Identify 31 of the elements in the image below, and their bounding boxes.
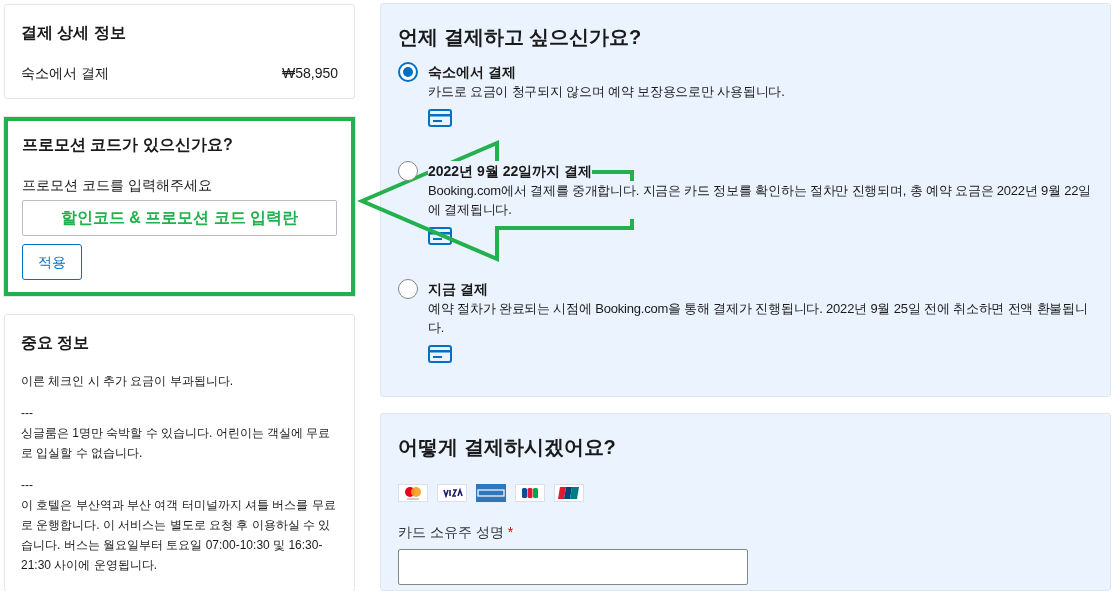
credit-card-icon [428, 227, 452, 245]
section-title: 언제 결제하고 싶으신가요? [398, 25, 643, 50]
section-title: 결제 상세 정보 [21, 23, 127, 43]
info-paragraph: 이 호텔은 부산역과 부산 여객 터미널까지 셔틀 버스를 무료로 운행합니다. 이 서비스는 별도로 요청 후 이용하실 수 있습니다. 버스는 월요일부터 토요일 07:00-10:30 및 16:30-21:30 사이에 운영됩니다. [21, 497, 337, 574]
info-paragraph: 싱글룸은 1명만 숙박할 수 있습니다. 어린이는 객실에 무료로 입실할 수 없습니다. [21, 425, 332, 462]
radio-button[interactable] [398, 161, 418, 181]
cardholder-name-field[interactable] [398, 549, 748, 585]
field-label: 프로모션 코드를 입력해주세요 [22, 176, 213, 195]
card-logo-icon [476, 484, 506, 502]
option-title: 2022년 9월 22일까지 결제 [428, 161, 593, 181]
credit-card-icon [428, 109, 452, 127]
credit-card-icon [428, 345, 452, 363]
card-logo-icon [515, 484, 545, 502]
field-label: 카드 소유주 성명 [398, 523, 504, 542]
section-title: 프로모션 코드가 있으신가요? [22, 135, 234, 155]
separator-text: --- [21, 477, 34, 494]
section-title: 중요 정보 [21, 333, 91, 353]
overlapping-circles-icon [398, 484, 428, 502]
apply-button[interactable]: 적용 [22, 244, 82, 280]
radio-button[interactable] [398, 62, 418, 82]
radio-button[interactable] [398, 279, 418, 299]
required-mark: * [507, 523, 514, 542]
price-text: ₩58,950 [281, 64, 338, 83]
promo-code-field[interactable]: 할인코드 & 프로모션 코드 입력란 [22, 200, 337, 236]
option-description: Booking.com에서 결제를 중개합니다. 지금은 카드 정보를 확인하는 절차만 진행되며, 총 예약 요금은 2022년 9월 22일에 결제됩니다. [428, 181, 1093, 219]
card-logo-icon [437, 484, 467, 502]
separator-text: --- [21, 405, 34, 422]
section-title: 어떻게 결제하시겠어요? [398, 435, 617, 460]
info-paragraph: 이른 체크인 시 추가 요금이 부과됩니다. [21, 373, 234, 390]
row-label: 숙소에서 결제 [21, 64, 109, 83]
card-logo-icon [554, 484, 584, 502]
